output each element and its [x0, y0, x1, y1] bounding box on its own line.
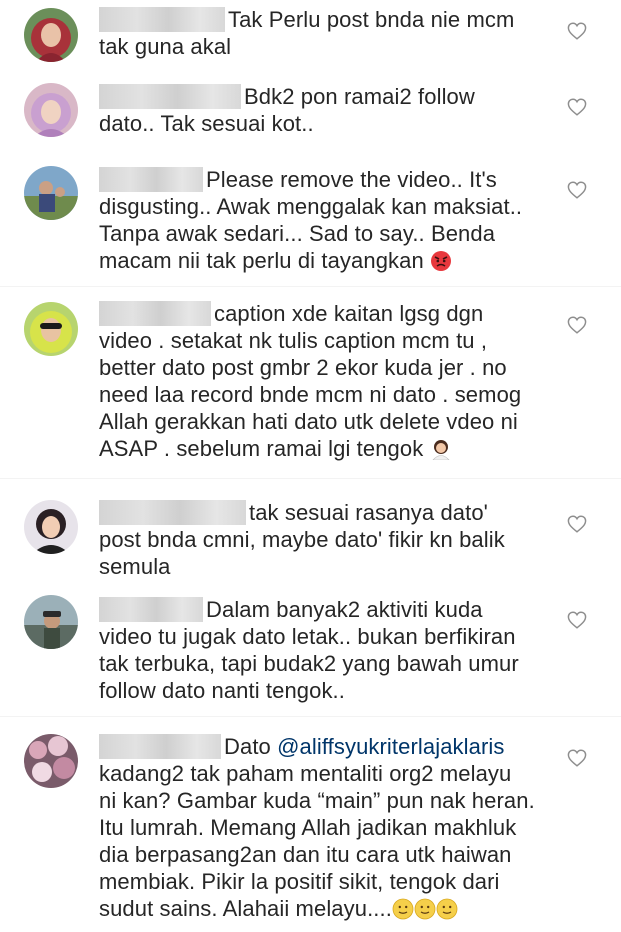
divider [0, 286, 621, 287]
comment-text: caption xde kaitan lgsg dgn video . seta… [99, 301, 522, 461]
comment-text: Tak Perlu post bnda nie mcm tak guna aka… [99, 7, 515, 59]
redacted-username [99, 84, 241, 109]
heart-outline-icon [567, 611, 587, 629]
like-button[interactable] [567, 749, 589, 769]
heart-outline-icon [567, 22, 587, 40]
like-button[interactable] [567, 98, 589, 118]
avatar-image [24, 734, 78, 788]
avatar-image [24, 8, 78, 62]
avatar[interactable] [24, 734, 78, 788]
redacted-username [99, 7, 225, 32]
avatar-image [24, 302, 78, 356]
like-button[interactable] [567, 22, 589, 42]
like-button[interactable] [567, 181, 589, 201]
heart-outline-icon [567, 749, 587, 767]
slight-smile-emoji [392, 898, 414, 920]
avatar[interactable] [24, 302, 78, 356]
like-button[interactable] [567, 515, 589, 535]
woman-gesturing-emoji [430, 438, 452, 461]
like-button[interactable] [567, 316, 589, 336]
divider [0, 716, 621, 717]
avatar[interactable] [24, 595, 78, 649]
comment-text: Dato @aliffsyukriterlajaklaris kadang2 t… [99, 734, 535, 921]
heart-outline-icon [567, 98, 587, 116]
redacted-username [99, 167, 203, 192]
comment-text: Dalam banyak2 aktiviti kuda video tu jug… [99, 597, 519, 703]
comment-text: tak sesuai rasanya dato' post bnda cmni,… [99, 500, 505, 579]
redacted-username [99, 597, 203, 622]
divider [0, 478, 621, 479]
avatar[interactable] [24, 166, 78, 220]
avatar[interactable] [24, 8, 78, 62]
heart-outline-icon [567, 515, 587, 533]
like-button[interactable] [567, 611, 589, 631]
avatar[interactable] [24, 500, 78, 554]
comment-text: Bdk2 pon ramai2 follow dato.. Tak sesuai… [99, 84, 475, 136]
redacted-username [99, 301, 211, 326]
avatar-image [24, 166, 78, 220]
avatar-image [24, 83, 78, 137]
redacted-username [99, 734, 221, 759]
heart-outline-icon [567, 316, 587, 334]
slight-smile-emoji [436, 898, 458, 920]
redacted-username [99, 500, 246, 525]
mention-link[interactable]: @aliffsyukriterlajaklaris [277, 734, 504, 759]
avatar-image [24, 500, 78, 554]
avatar[interactable] [24, 83, 78, 137]
angry-face-emoji [430, 250, 452, 272]
avatar-image [24, 595, 78, 649]
comment-text: Please remove the video.. It's disgustin… [99, 167, 523, 273]
slight-smile-emoji [414, 898, 436, 920]
heart-outline-icon [567, 181, 587, 199]
